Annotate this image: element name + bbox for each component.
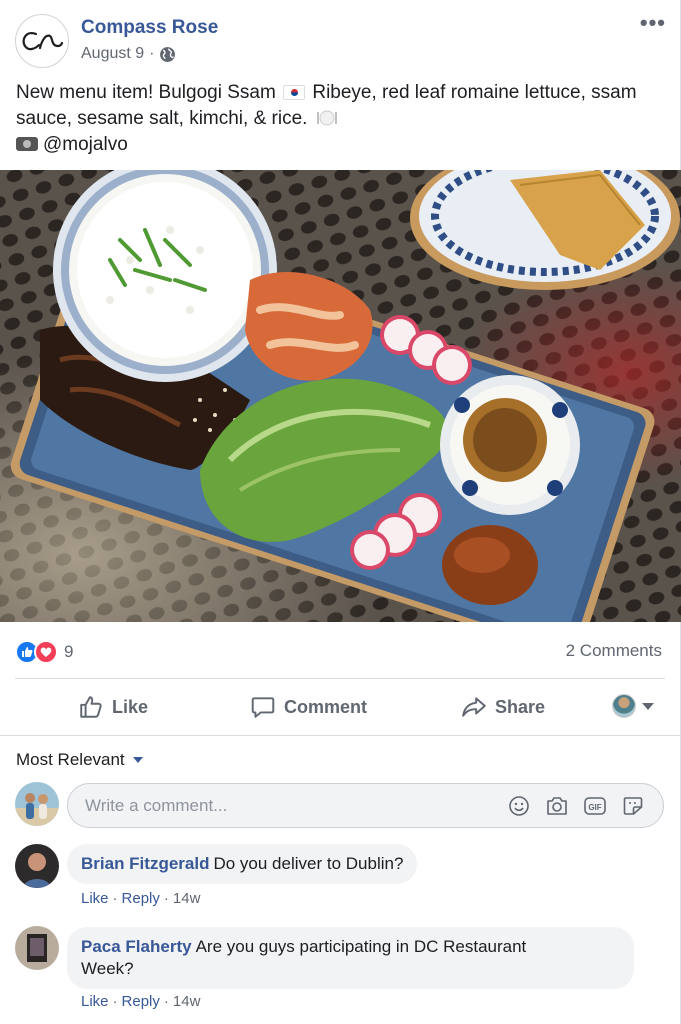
south-korea-flag-icon <box>283 85 306 100</box>
comment-bubble: Brian Fitzgerald Do you deliver to Dublin… <box>67 844 418 884</box>
comment-button[interactable]: Comment <box>250 693 367 721</box>
post-text-line-2: sauce, sesame salt, kimchi, & rice. <box>16 108 308 129</box>
separator: · <box>163 993 169 1010</box>
post-photo[interactable] <box>0 170 681 622</box>
like-label: Like <box>112 696 149 717</box>
page-name-link[interactable]: Compass Rose <box>81 17 218 39</box>
commenter-avatar[interactable] <box>15 926 59 970</box>
comment-actions: Like · Reply · 14w <box>81 890 200 907</box>
comment-text: Are you guys participating in DC Restaur… <box>195 937 527 956</box>
post-text: New menu item! Bulgogi Ssam Ribeye, red … <box>16 80 671 158</box>
composer-icons: GIF <box>507 794 645 818</box>
share-arrow-icon <box>462 697 486 717</box>
comment-sort-dropdown[interactable]: Most Relevant <box>16 750 143 770</box>
like-button[interactable]: Like <box>78 693 148 721</box>
comment-like-button[interactable]: Like <box>81 890 109 907</box>
food-photo-image <box>0 170 681 622</box>
comment-timestamp[interactable]: 14w <box>173 890 201 907</box>
comment-reply-button[interactable]: Reply <box>122 993 160 1010</box>
comment-label: Comment <box>284 696 368 717</box>
divider <box>0 735 681 736</box>
facebook-post: Compass Rose August 9 · ••• New menu ite… <box>0 0 681 1024</box>
camera-icon[interactable] <box>545 794 569 818</box>
reaction-count: 9 <box>64 642 74 661</box>
compass-rose-logo-icon <box>22 32 64 51</box>
comment-reply-button[interactable]: Reply <box>122 890 160 907</box>
comment-composer[interactable]: GIF <box>67 783 664 828</box>
fork-knife-plate-icon <box>316 110 337 126</box>
reactions-summary[interactable]: 9 <box>15 640 73 664</box>
post-meta: August 9 · <box>81 45 176 63</box>
post-date[interactable]: August 9 <box>81 45 144 63</box>
comment-sort-label: Most Relevant <box>16 750 125 769</box>
divider <box>15 678 665 679</box>
chevron-down-icon <box>132 757 143 763</box>
photo-credit-mention[interactable]: @mojalvo <box>43 134 128 155</box>
love-reaction-icon <box>34 640 58 664</box>
comment-like-button[interactable]: Like <box>81 993 109 1010</box>
thumbs-up-icon <box>80 696 102 718</box>
meta-separator: · <box>149 45 155 62</box>
comments-count-link[interactable]: 2 Comments <box>566 641 662 661</box>
post-options-button[interactable]: ••• <box>640 10 666 36</box>
comment-author-link[interactable]: Paca Flaherty <box>81 937 192 956</box>
sticker-icon[interactable] <box>621 794 645 818</box>
separator: · <box>163 890 169 907</box>
comment-author-link[interactable]: Brian Fitzgerald <box>81 854 209 873</box>
public-globe-icon[interactable] <box>159 46 176 63</box>
speech-bubble-icon <box>251 697 275 718</box>
comment-text: Do you deliver to Dublin? <box>213 854 404 873</box>
gif-icon[interactable]: GIF <box>583 794 607 818</box>
share-button[interactable]: Share <box>461 693 545 721</box>
post-as-selector[interactable] <box>612 694 654 718</box>
comment-actions: Like · Reply · 14w <box>81 993 200 1010</box>
svg-text:GIF: GIF <box>588 803 601 812</box>
separator: · <box>112 993 118 1010</box>
emoji-icon[interactable] <box>507 794 531 818</box>
comment-timestamp[interactable]: 14w <box>173 993 201 1010</box>
comment-text-continued: Week? <box>81 959 134 978</box>
page-avatar[interactable] <box>15 14 69 68</box>
post-text-line-1b: Ribeye, red leaf romaine lettuce, ssam <box>312 82 637 103</box>
current-user-avatar[interactable] <box>15 782 59 826</box>
chevron-down-icon <box>642 702 654 710</box>
comment-input[interactable] <box>68 784 488 827</box>
current-user-avatar <box>612 694 636 718</box>
comment-bubble: Paca Flaherty Are you guys participating … <box>67 927 634 989</box>
camera-icon <box>16 137 38 151</box>
share-label: Share <box>495 696 546 717</box>
post-text-line-1a: New menu item! Bulgogi Ssam <box>16 82 276 103</box>
commenter-avatar[interactable] <box>15 844 59 888</box>
separator: · <box>112 890 118 907</box>
